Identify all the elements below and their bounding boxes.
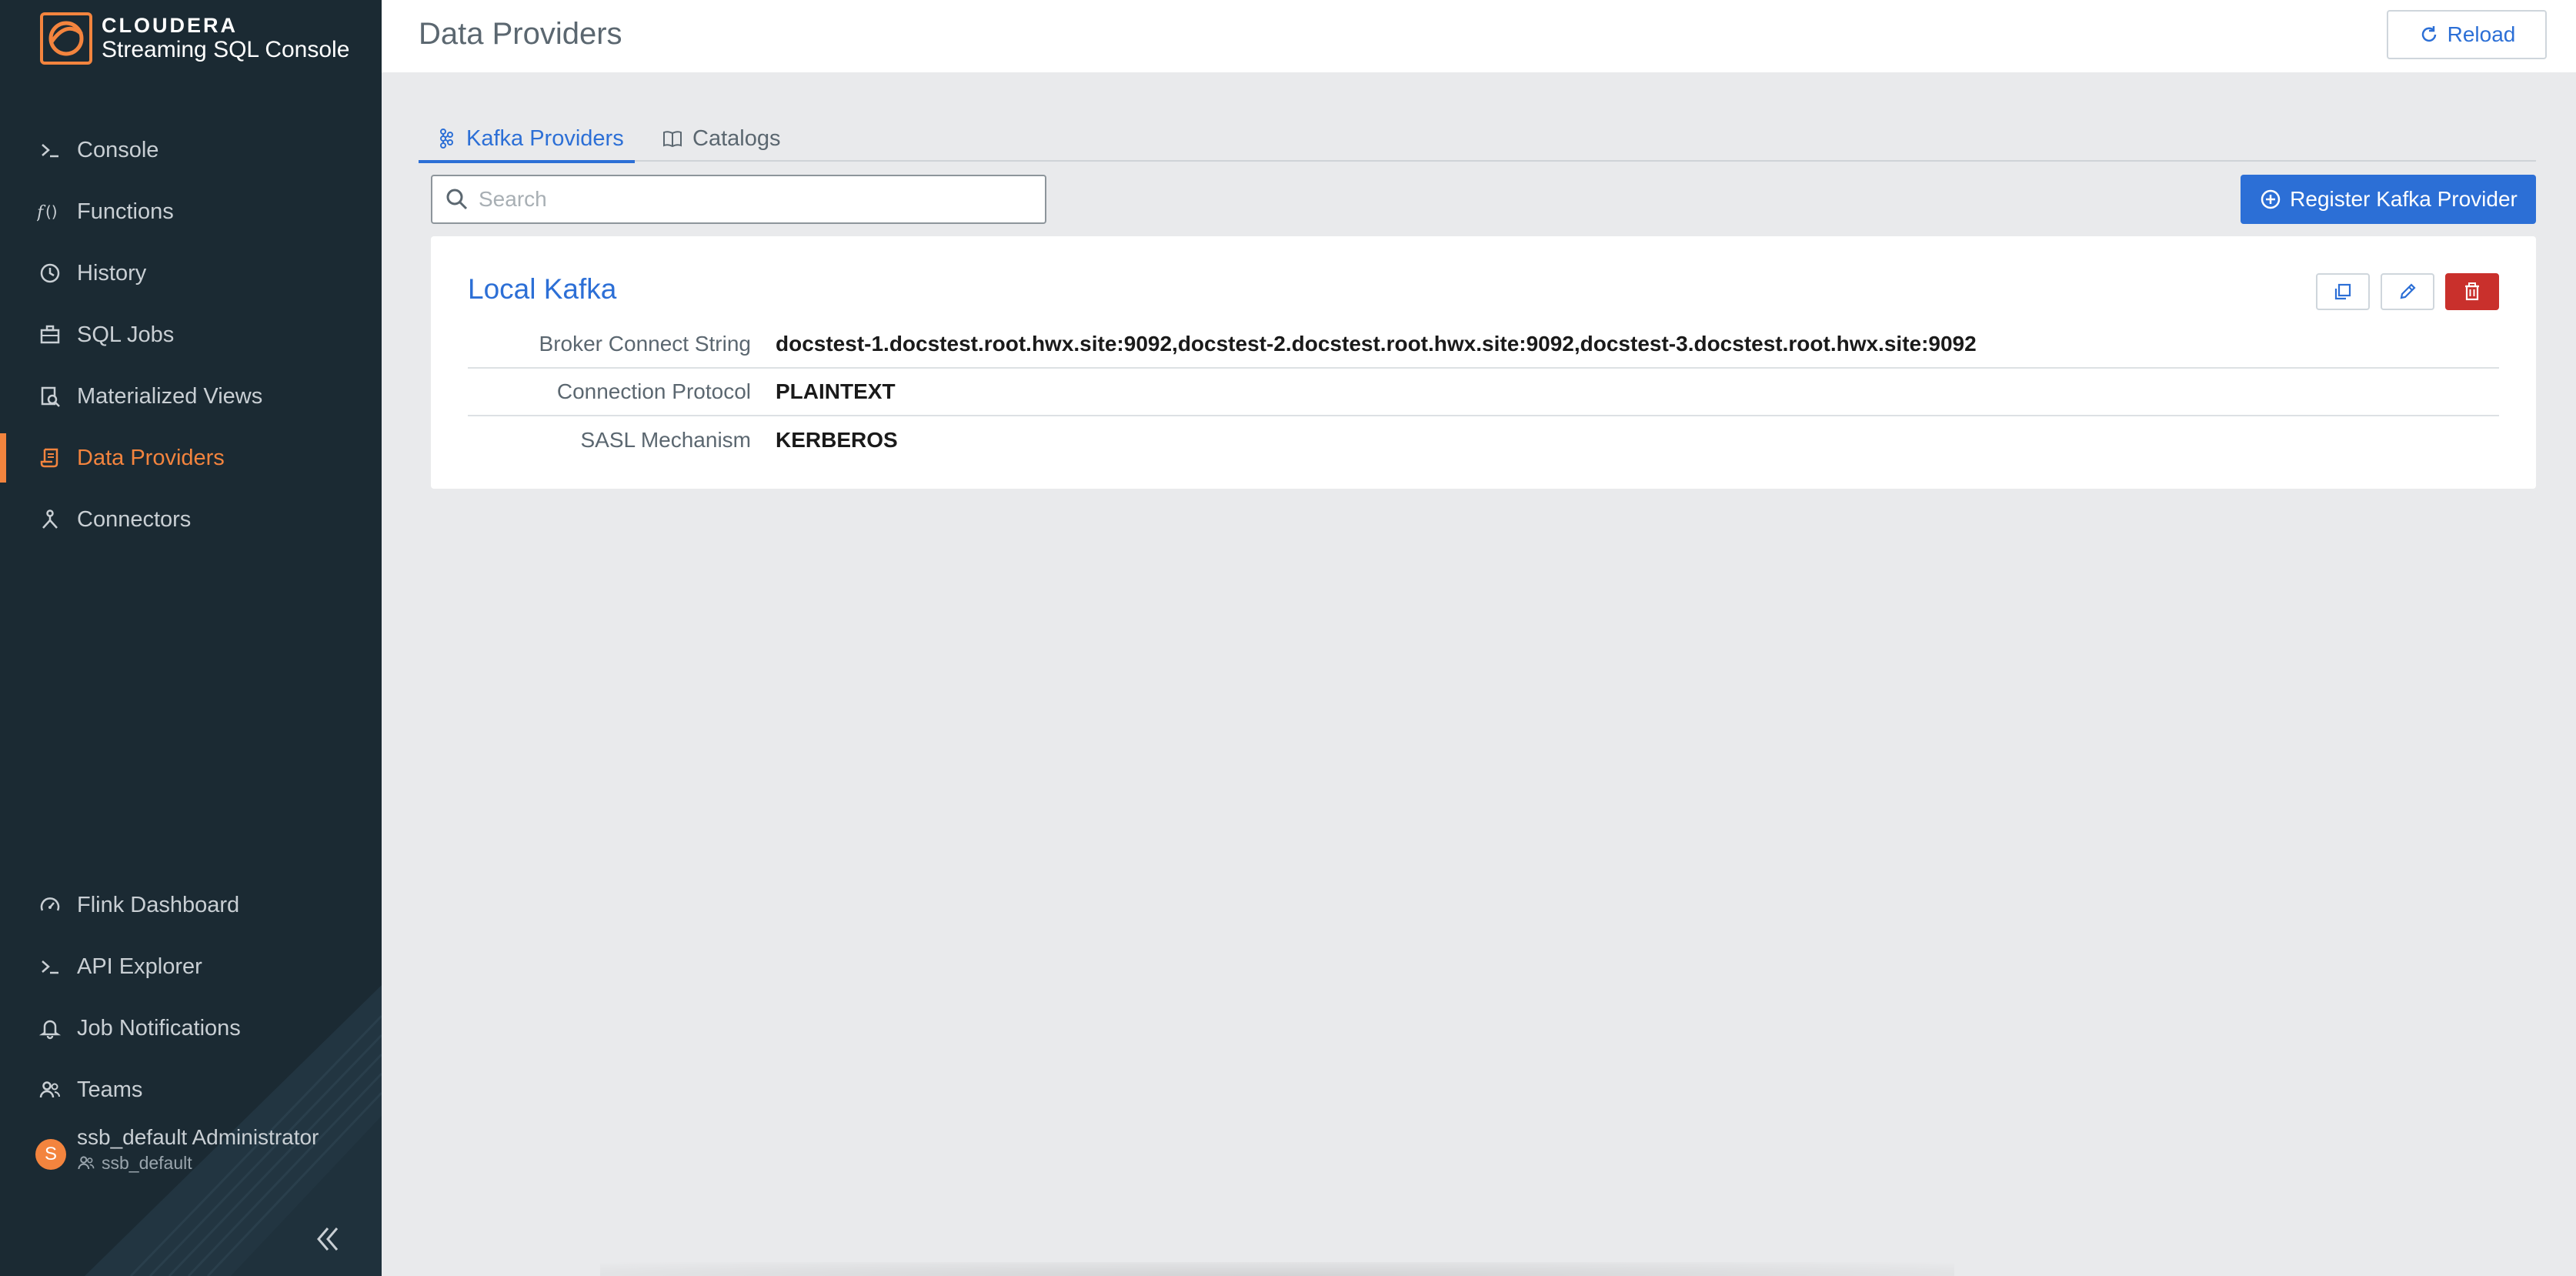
search-input[interactable] bbox=[479, 187, 1017, 212]
sidebar-item-api-explorer[interactable]: API Explorer bbox=[0, 936, 382, 997]
sidebar-item-label: Job Notifications bbox=[77, 1015, 241, 1041]
brand-name: CLOUDERA bbox=[102, 14, 238, 37]
tab-label: Kafka Providers bbox=[466, 125, 624, 151]
property-row: Connection Protocol PLAINTEXT bbox=[468, 369, 2499, 416]
copy-icon bbox=[2332, 281, 2354, 302]
svg-text:(): () bbox=[45, 202, 58, 221]
sidebar-item-label: Flink Dashboard bbox=[77, 892, 240, 917]
gauge-icon bbox=[37, 892, 63, 918]
register-label: Register Kafka Provider bbox=[2290, 187, 2518, 211]
sidebar-item-label: Connectors bbox=[77, 506, 192, 532]
avatar: S bbox=[35, 1139, 66, 1170]
sidebar-item-history[interactable]: History bbox=[0, 242, 382, 304]
register-kafka-provider-button[interactable]: Register Kafka Provider bbox=[2241, 175, 2536, 224]
card-actions bbox=[2305, 273, 2499, 310]
sidebar-item-label: Console bbox=[77, 137, 159, 162]
provider-card: Local Kafka Broker Connect String docste… bbox=[431, 236, 2536, 489]
tab-catalogs[interactable]: Catalogs bbox=[662, 115, 780, 162]
sidebar-item-data-providers[interactable]: Data Providers bbox=[0, 427, 382, 489]
provider-name[interactable]: Local Kafka bbox=[468, 273, 616, 306]
edit-button[interactable] bbox=[2381, 273, 2434, 310]
sidebar-item-label: Materialized Views bbox=[77, 383, 263, 409]
function-icon: f() bbox=[37, 199, 63, 225]
provider-tabs: Kafka Providers Catalogs bbox=[419, 115, 2536, 163]
product-name: Streaming SQL Console bbox=[102, 37, 350, 62]
sidebar-item-label: SQL Jobs bbox=[77, 322, 175, 347]
sidebar-item-label: History bbox=[77, 260, 147, 286]
cloudera-logo-icon bbox=[40, 12, 92, 65]
page-title: Data Providers bbox=[419, 17, 622, 51]
data-providers-icon bbox=[37, 445, 63, 471]
brand[interactable]: CLOUDERA Streaming SQL Console bbox=[40, 12, 349, 65]
tab-label: Catalogs bbox=[692, 125, 781, 151]
sidebar-item-label: Functions bbox=[77, 199, 174, 224]
bottom-shadow bbox=[600, 1262, 1954, 1276]
search-icon bbox=[445, 187, 469, 212]
briefcase-icon bbox=[37, 322, 63, 348]
sidebar-item-connectors[interactable]: Connectors bbox=[0, 489, 382, 550]
trash-icon bbox=[2461, 281, 2483, 302]
tab-kafka-providers[interactable]: Kafka Providers bbox=[419, 115, 635, 163]
property-label: Connection Protocol bbox=[556, 379, 751, 403]
bell-icon bbox=[37, 1015, 63, 1041]
terminal-icon bbox=[37, 137, 63, 163]
property-row: Broker Connect String docstest-1.docstes… bbox=[468, 321, 2499, 369]
history-icon bbox=[37, 260, 63, 286]
sidebar-item-teams[interactable]: Teams bbox=[0, 1059, 382, 1121]
user-name: ssb_default Administrator bbox=[77, 1125, 319, 1149]
delete-button[interactable] bbox=[2445, 273, 2499, 310]
property-value: KERBEROS bbox=[776, 428, 898, 452]
sidebar-bottom-nav: Flink Dashboard API Explorer Job Notific… bbox=[0, 874, 382, 1121]
sidebar-nav: Console f() Functions History SQL Jobs M… bbox=[0, 119, 382, 550]
terminal-icon bbox=[37, 954, 63, 980]
property-value: docstest-1.docstest.root.hwx.site:9092,d… bbox=[776, 332, 1977, 356]
user-team: ssb_default bbox=[102, 1153, 192, 1173]
sidebar-item-job-notifications[interactable]: Job Notifications bbox=[0, 997, 382, 1059]
sidebar-item-functions[interactable]: f() Functions bbox=[0, 181, 382, 242]
provider-properties: Broker Connect String docstest-1.docstes… bbox=[468, 321, 2499, 464]
collapse-sidebar-icon[interactable] bbox=[312, 1224, 343, 1254]
sidebar-item-label: API Explorer bbox=[77, 954, 202, 979]
sidebar-item-sql-jobs[interactable]: SQL Jobs bbox=[0, 304, 382, 366]
sidebar-item-materialized-views[interactable]: Materialized Views bbox=[0, 366, 382, 427]
users-icon bbox=[37, 1077, 63, 1103]
connector-icon bbox=[37, 506, 63, 533]
sidebar-item-label: Data Providers bbox=[77, 445, 225, 470]
kafka-icon bbox=[435, 128, 457, 149]
sidebar-item-label: Teams bbox=[77, 1077, 143, 1102]
duplicate-button[interactable] bbox=[2316, 273, 2370, 310]
reload-label: Reload bbox=[2447, 22, 2516, 46]
search-box bbox=[431, 175, 1046, 224]
property-row: SASL Mechanism KERBEROS bbox=[468, 416, 2499, 464]
book-icon bbox=[662, 128, 683, 149]
sidebar-item-flink-dashboard[interactable]: Flink Dashboard bbox=[0, 874, 382, 936]
pencil-icon bbox=[2397, 281, 2418, 302]
property-value: PLAINTEXT bbox=[776, 379, 896, 403]
refresh-icon bbox=[2418, 24, 2440, 45]
user-profile[interactable]: S ssb_default Administrator ssb_default bbox=[35, 1124, 319, 1174]
page-header: Data Providers Reload bbox=[382, 0, 2576, 72]
sidebar: CLOUDERA Streaming SQL Console Console f… bbox=[0, 0, 382, 1276]
reload-button[interactable]: Reload bbox=[2387, 10, 2547, 59]
users-icon bbox=[77, 1154, 95, 1172]
sidebar-item-console[interactable]: Console bbox=[0, 119, 382, 181]
property-label: SASL Mechanism bbox=[580, 428, 752, 452]
plus-circle-icon bbox=[2259, 188, 2282, 211]
property-label: Broker Connect String bbox=[539, 332, 751, 356]
search-document-icon bbox=[37, 383, 63, 409]
